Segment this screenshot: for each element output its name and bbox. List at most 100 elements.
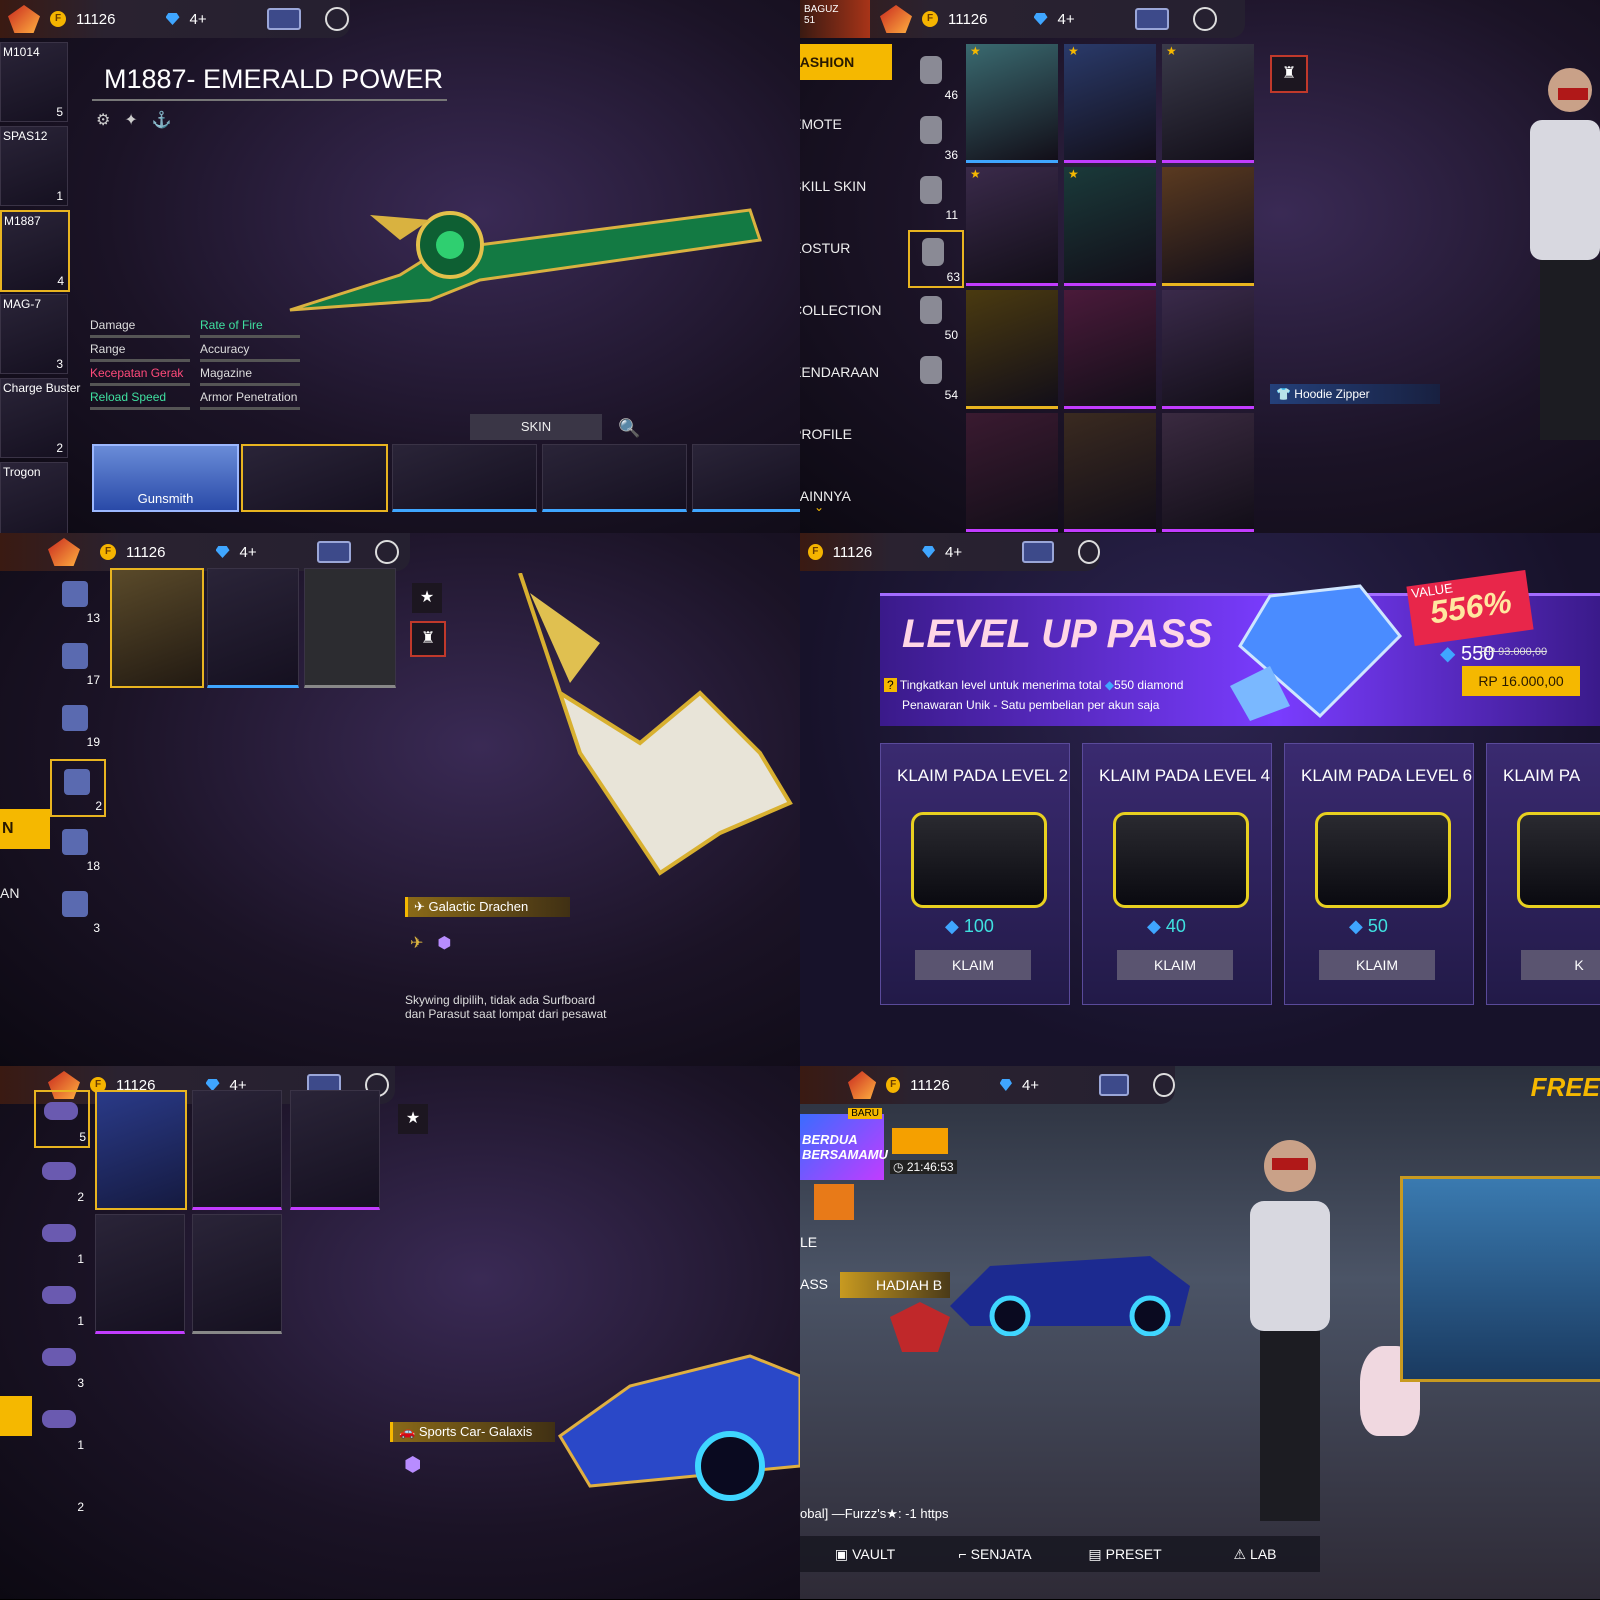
subcategory-item[interactable]: 5 — [34, 1090, 90, 1148]
diamond-count[interactable]: 4+ — [945, 544, 962, 561]
inspect-icon[interactable]: 🔍 — [618, 418, 640, 439]
skywing-item[interactable] — [207, 568, 299, 688]
outfit-item[interactable] — [966, 290, 1058, 409]
category-tab-skill-skin[interactable]: SKILL SKIN — [800, 168, 892, 204]
subcategory-item[interactable]: 1 — [34, 1276, 86, 1330]
vehicle-item-selected[interactable] — [95, 1090, 187, 1210]
outfit-item[interactable] — [1162, 167, 1254, 286]
category-tab-kostur[interactable]: KOSTUR — [800, 230, 892, 266]
vehicle-item[interactable] — [192, 1090, 282, 1210]
profile-name[interactable]: BAGUZ 51 — [800, 0, 870, 38]
membership-card-icon[interactable] — [1022, 541, 1054, 563]
skin-option-gunsmith[interactable]: Gunsmith — [92, 444, 239, 512]
claim-button[interactable]: KLAIM — [1117, 950, 1233, 980]
skywing-item-selected[interactable] — [110, 568, 204, 688]
skin-option[interactable] — [692, 444, 800, 512]
category-tab-active[interactable] — [0, 1396, 32, 1436]
skin-button[interactable]: SKIN — [470, 414, 602, 440]
settings-icon[interactable] — [324, 7, 349, 31]
subcategory-item[interactable]: 18 — [50, 821, 102, 875]
settings-icon[interactable] — [1077, 540, 1100, 564]
nav-lab[interactable]: ⚠ LAB — [1190, 1546, 1320, 1563]
event-chest-icon[interactable] — [892, 1128, 948, 1154]
side-menu-item[interactable]: ASS — [800, 1276, 828, 1292]
vehicle-item[interactable] — [192, 1214, 282, 1334]
favorite-star-icon[interactable]: ★ — [398, 1104, 428, 1134]
category-tab-collection[interactable]: COLLECTION — [800, 292, 892, 328]
outfit-item[interactable]: ★ — [1064, 167, 1156, 286]
subcategory-item[interactable]: 1 — [34, 1214, 86, 1268]
subcategory-item[interactable]: 50 — [908, 290, 960, 344]
membership-card-icon[interactable] — [1099, 1074, 1130, 1096]
subcategory-item[interactable]: 2 — [34, 1152, 86, 1206]
claim-button[interactable]: K — [1521, 950, 1600, 980]
subcategory-item[interactable]: 2 — [34, 1462, 86, 1516]
diamond-count[interactable]: 4+ — [240, 544, 257, 561]
category-tab[interactable]: AN — [0, 885, 19, 901]
weapon-list-item[interactable]: SPAS12 1 — [0, 126, 68, 206]
mannequin-icon[interactable]: ♜ — [1270, 55, 1308, 93]
subcategory-item[interactable]: 36 — [908, 110, 960, 164]
skywing-item[interactable] — [304, 568, 396, 688]
skin-option[interactable] — [392, 444, 537, 512]
weapon-list-item[interactable]: MAG-7 3 — [0, 294, 68, 374]
weapon-list-item[interactable]: M1014 5 — [0, 42, 68, 122]
weapon-list-item[interactable]: M1887 4 — [0, 210, 70, 292]
membership-card-icon[interactable] — [266, 8, 301, 30]
subcategory-item[interactable]: 3 — [50, 883, 102, 937]
outfit-item[interactable]: ★ — [966, 44, 1058, 163]
outfit-item[interactable]: ★ — [1064, 44, 1156, 163]
outfit-item[interactable] — [1064, 413, 1156, 532]
claim-button[interactable]: KLAIM — [915, 950, 1031, 980]
outfit-item[interactable]: ★ — [966, 167, 1058, 286]
subcategory-item[interactable]: 11 — [908, 170, 960, 224]
chat-line[interactable]: obal] —Furzz's★: -1 https — [800, 1506, 949, 1522]
subcategory-item[interactable]: 3 — [34, 1338, 86, 1392]
outfit-item[interactable] — [1162, 290, 1254, 409]
outfit-item[interactable] — [1064, 290, 1156, 409]
favorite-star-icon[interactable]: ★ — [412, 583, 442, 613]
rank-emblem-icon[interactable] — [890, 1302, 950, 1352]
subcategory-item[interactable]: 2 — [50, 759, 106, 817]
subcategory-item[interactable]: 19 — [50, 697, 102, 751]
category-tab-kendaraan[interactable]: KENDARAAN — [800, 354, 892, 390]
subcategory-item[interactable]: 63 — [908, 230, 964, 288]
outfit-item[interactable]: ★ — [1162, 44, 1254, 163]
outfit-item[interactable] — [966, 413, 1058, 532]
settings-icon[interactable] — [1153, 1073, 1175, 1097]
subcategory-item[interactable]: 13 — [50, 573, 102, 627]
side-menu-item[interactable]: LE — [800, 1234, 817, 1250]
skin-option[interactable] — [542, 444, 687, 512]
vehicle-item[interactable] — [95, 1214, 185, 1334]
diamond-count[interactable]: 4+ — [1022, 1077, 1039, 1094]
membership-card-icon[interactable] — [1134, 8, 1169, 30]
settings-icon[interactable] — [1192, 7, 1217, 31]
diamond-count[interactable]: 4+ — [1058, 11, 1075, 28]
nav-senjata[interactable]: ⌐ SENJATA — [930, 1546, 1060, 1562]
chevron-down-icon[interactable]: ⌄ — [814, 500, 824, 514]
diamond-count[interactable]: 4+ — [190, 11, 207, 28]
category-tab-emote[interactable]: EMOTE — [800, 106, 892, 142]
subcategory-item[interactable]: 1 — [34, 1400, 86, 1454]
claim-button[interactable]: KLAIM — [1319, 950, 1435, 980]
event-banner[interactable]: BARU BERDUA BERSAMAMU — [800, 1108, 888, 1180]
naruto-event-icon[interactable] — [814, 1184, 854, 1220]
nav-preset[interactable]: ▤ PRESET — [1060, 1546, 1190, 1563]
weapon-list-item[interactable]: Charge Buster 2 — [0, 378, 80, 458]
category-tab-profile[interactable]: PROFILE — [800, 416, 892, 452]
nav-vault[interactable]: ▣ VAULT — [800, 1546, 930, 1563]
category-tab-active[interactable]: N — [0, 809, 50, 849]
subcategory-item[interactable]: 46 — [908, 50, 960, 104]
outfit-item[interactable] — [1162, 413, 1254, 532]
category-tab-fashion[interactable]: FASHION — [800, 44, 892, 80]
buy-price-button[interactable]: RP 16.000,00 — [1462, 666, 1580, 696]
skin-option[interactable] — [241, 444, 388, 512]
vehicle-item[interactable] — [290, 1090, 380, 1210]
mannequin-icon[interactable]: ♜ — [410, 621, 446, 657]
settings-icon[interactable] — [374, 540, 399, 564]
help-icon[interactable]: ? — [884, 678, 897, 692]
subcategory-item[interactable]: 54 — [908, 350, 960, 404]
weapon-list-item[interactable]: Trogon — [0, 462, 68, 533]
gift-button[interactable]: HADIAH B — [840, 1272, 950, 1298]
subcategory-item[interactable]: 17 — [50, 635, 102, 689]
